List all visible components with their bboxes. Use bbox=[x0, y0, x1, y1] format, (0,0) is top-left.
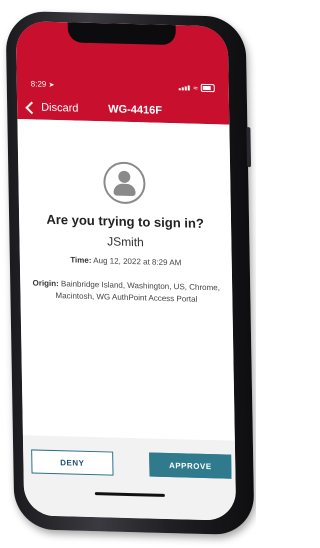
phone-notch bbox=[67, 22, 176, 46]
location-arrow-icon: ➤ bbox=[48, 81, 55, 89]
time-line: Time: Aug 12, 2022 at 8:29 AM bbox=[20, 254, 232, 269]
power-button bbox=[246, 127, 252, 168]
action-footer: DENY APPROVE bbox=[22, 435, 237, 521]
device-title: WG-4416F bbox=[108, 103, 163, 117]
battery-icon bbox=[200, 83, 215, 93]
phone-frame: 8:29 ➤ ≈ Discard WG-4416F Are you trying… bbox=[5, 10, 255, 536]
stage: 8:29 ➤ ≈ Discard WG-4416F Are you trying… bbox=[0, 0, 256, 548]
origin-line: Origin: Bainbridge Island, Washington, U… bbox=[26, 277, 226, 306]
approve-button[interactable]: APPROVE bbox=[149, 452, 232, 479]
time-label: Time: bbox=[70, 255, 92, 265]
wifi-icon: ≈ bbox=[193, 83, 198, 93]
time-value: Aug 12, 2022 at 8:29 AM bbox=[91, 255, 182, 268]
avatar-head bbox=[118, 170, 131, 183]
status-time: 8:29 ➤ bbox=[31, 79, 55, 89]
status-bar: 8:29 ➤ ≈ bbox=[31, 76, 215, 95]
phone-screen: 8:29 ➤ ≈ Discard WG-4416F Are you trying… bbox=[15, 20, 237, 521]
status-time-text: 8:29 bbox=[30, 78, 47, 89]
auth-request-content: Are you trying to sign in? JSmith Time: … bbox=[17, 119, 235, 441]
deny-button[interactable]: DENY bbox=[31, 449, 114, 476]
signal-icon bbox=[178, 84, 190, 91]
avatar-shoulders bbox=[113, 183, 136, 197]
status-icons: ≈ bbox=[178, 83, 215, 93]
username: JSmith bbox=[106, 234, 144, 250]
sign-in-question: Are you trying to sign in? bbox=[46, 211, 204, 231]
origin-label: Origin: bbox=[32, 278, 59, 289]
home-indicator[interactable] bbox=[94, 492, 165, 497]
user-circle-icon bbox=[103, 161, 146, 205]
nav-row: Discard WG-4416F bbox=[25, 99, 219, 120]
origin-value: Bainbridge Island, Washington, US, Chrom… bbox=[55, 279, 220, 304]
